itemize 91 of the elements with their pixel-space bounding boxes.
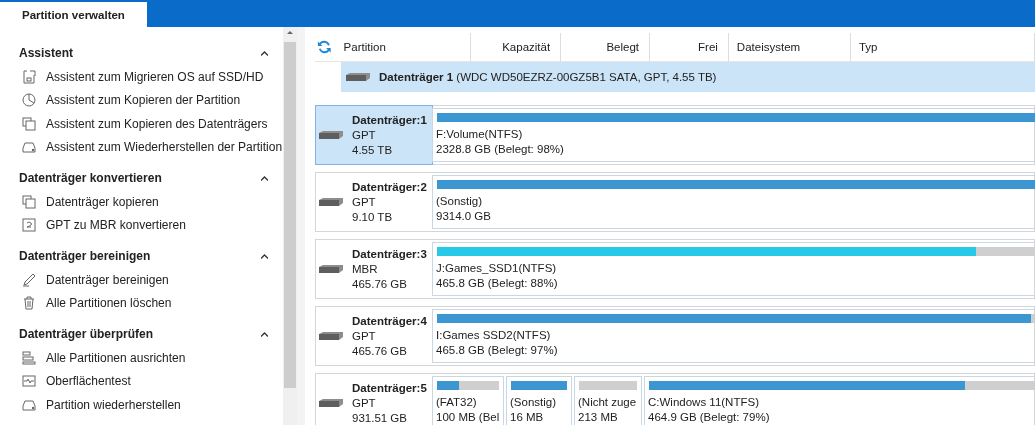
disk-info[interactable]: Datenträger:1 GPT 4.55 TB	[316, 106, 432, 164]
hard-drive-icon	[345, 72, 371, 82]
section-title: Datenträger überprüfen	[19, 327, 154, 341]
partition-style: GPT	[352, 395, 377, 411]
tab[interactable]: Partition verwalten	[0, 2, 147, 27]
collapse-caret-icon[interactable]	[261, 50, 268, 56]
hard-drive-icon	[318, 197, 344, 207]
partition-block[interactable]: C:Windows 11(NTFS) 464.9 GB (Belegt: 79%)	[644, 376, 1035, 425]
partition-style: MBR	[352, 261, 379, 277]
partition-label: (Sonstig)	[510, 395, 558, 410]
section-title: Datenträger konvertieren	[19, 171, 162, 185]
partition-style: GPT	[352, 194, 377, 210]
hard-drive-icon	[318, 331, 344, 341]
partition-label: J:Games_SSD1(NTFS)	[436, 261, 558, 276]
disk-size: 465.76 GB	[352, 276, 408, 292]
usage-bar	[579, 381, 637, 390]
hard-drive-icon	[318, 264, 344, 274]
sidebar-item[interactable]: Oberflächentest	[46, 374, 131, 389]
partition-info: 16 MB	[510, 410, 545, 425]
trash-icon	[22, 296, 36, 311]
sidebar-item[interactable]: Assistent zum Kopieren der Partition	[46, 93, 241, 108]
hard-drive-icon	[318, 398, 344, 408]
sidebar-item[interactable]: Alle Partitionen löschen	[46, 296, 172, 311]
partition-label: I:Games SSD2(NTFS)	[436, 328, 552, 343]
disk-info[interactable]: Datenträger:2 GPT 9.10 TB	[316, 173, 432, 231]
refresh-icon[interactable]	[317, 39, 332, 55]
partition-block[interactable]: (FAT32) 100 MB (Bel	[432, 376, 504, 425]
sidebar-item[interactable]: Alle Partitionen ausrichten	[46, 350, 186, 365]
partition-style: GPT	[352, 328, 377, 344]
eraser-icon	[22, 272, 36, 287]
partition-info: 213 MB	[578, 410, 619, 425]
column-header[interactable]: Partition	[343, 41, 386, 53]
disk-size: 465.76 GB	[352, 343, 408, 359]
pie-icon	[22, 93, 36, 108]
hard-drive-icon	[318, 130, 344, 140]
partition-info: 100 MB (Bel	[436, 410, 500, 425]
sidebar-item[interactable]: GPT zu MBR konvertieren	[46, 218, 186, 233]
column-header[interactable]: Dateisystem	[736, 41, 801, 53]
partition-label: (FAT32)	[436, 395, 478, 410]
pulse-icon	[22, 374, 36, 389]
disk-info[interactable]: Datenträger:4 GPT 465.76 GB	[316, 307, 432, 365]
document-icon	[22, 218, 36, 233]
sidebar-item[interactable]: Datenträger bereinigen	[46, 272, 169, 287]
collapse-caret-icon[interactable]	[261, 331, 268, 337]
collapse-caret-icon[interactable]	[261, 175, 268, 181]
disk-row-label[interactable]: Datenträger 1 (WDC WD50EZRZ-00GZ5B1 SATA, GPT, 4.55 TB)	[377, 71, 717, 83]
sidebar-item[interactable]: Assistent zum Wiederherstellen der Partition	[46, 140, 283, 155]
copy-icon	[22, 116, 36, 131]
partition-info: 9314.0 GB	[436, 209, 492, 224]
drive-icon	[22, 140, 36, 155]
partition-label: F:Volume(NTFS)	[436, 127, 524, 142]
disk-name: Datenträger:3	[352, 246, 427, 262]
section-title: Assistent	[19, 46, 74, 60]
partition-info: 2328.8 GB (Belegt: 98%)	[436, 142, 565, 157]
disk-size: 9.10 TB	[352, 209, 394, 225]
partition-label: C:Windows 11(NTFS)	[648, 395, 760, 410]
section-title: Datenträger bereinigen	[19, 249, 151, 263]
partition-block[interactable]: (Nicht zuge 213 MB	[574, 376, 642, 425]
disk-info[interactable]: Datenträger:3 MBR 465.76 GB	[316, 240, 432, 298]
partition-block[interactable]: F:Volume(NTFS) 2328.8 GB (Belegt: 98%)	[432, 108, 1035, 162]
partition-block[interactable]: I:Games SSD2(NTFS) 465.8 GB (Belegt: 97%)	[432, 309, 1035, 363]
partition-label: (Nicht zuge	[578, 395, 638, 410]
column-header[interactable]: Belegt	[606, 41, 639, 53]
partition-info: 465.8 GB (Belegt: 88%)	[436, 276, 559, 291]
collapse-caret-icon[interactable]	[261, 253, 268, 259]
disk-name: Datenträger:4	[352, 313, 427, 329]
disk-info[interactable]: Datenträger:5 GPT 931.51 GB	[316, 374, 432, 425]
sidebar-item[interactable]: Datenträger kopieren	[46, 194, 159, 209]
disk-size: 4.55 TB	[352, 142, 394, 158]
sidebar-item[interactable]: Assistent zum Migrieren OS auf SSD/HD	[46, 69, 264, 84]
scrollbar-thumb[interactable]	[284, 42, 296, 388]
partition-style: GPT	[352, 127, 377, 143]
partition-block[interactable]: J:Games_SSD1(NTFS) 465.8 GB (Belegt: 88%)	[432, 242, 1035, 296]
partition-info: 464.9 GB (Belegt: 79%)	[648, 410, 771, 425]
sidebar-item[interactable]: Partition wiederherstellen	[46, 397, 181, 412]
partition-block[interactable]: (Sonstig) 9314.0 GB	[432, 175, 1035, 229]
copy-icon	[22, 194, 36, 209]
disk-size: 931.51 GB	[352, 410, 408, 425]
scroll-up-arrow-icon[interactable]	[287, 31, 293, 34]
partition-block[interactable]: (Sonstig) 16 MB	[506, 376, 572, 425]
partition-info: 465.8 GB (Belegt: 97%)	[436, 343, 559, 358]
partition-label: (Sonstig)	[436, 194, 484, 209]
disk-name: Datenträger:5	[352, 380, 427, 396]
disk-name: Datenträger:2	[352, 179, 427, 195]
column-header[interactable]: Frei	[698, 41, 718, 53]
column-header[interactable]: Typ	[858, 41, 878, 53]
disk-name: Datenträger:1	[352, 112, 427, 128]
stack-icon	[22, 350, 36, 365]
drive-icon	[22, 397, 36, 412]
sidebar-item[interactable]: Assistent zum Kopieren des Datenträgers	[46, 116, 268, 131]
column-header[interactable]: Kapazität	[502, 41, 551, 53]
